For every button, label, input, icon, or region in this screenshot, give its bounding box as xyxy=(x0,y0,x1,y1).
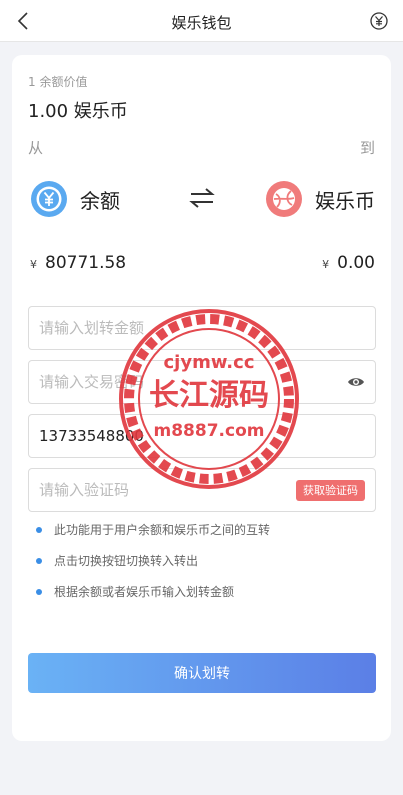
from-account: 余额 xyxy=(30,177,120,221)
from-account-name: 余额 xyxy=(80,188,120,213)
currency-symbol: ¥ xyxy=(322,258,330,271)
to-label: 到 xyxy=(359,139,375,157)
tip-text: 根据余额或者娱乐币输入划转金额 xyxy=(54,585,235,599)
from-amount-value: 80771.58 xyxy=(45,253,127,273)
yen-coin-icon xyxy=(31,181,67,217)
swap-arrows-icon[interactable] xyxy=(189,186,215,210)
watermark-seal: cjymw.cc 长江源码 m8887.com xyxy=(119,309,299,489)
page-title: 娱乐钱包 xyxy=(171,14,232,32)
to-amount-value: 0.00 xyxy=(337,253,375,273)
watermark-line2: 长江源码 xyxy=(149,378,269,413)
currency-symbol: ¥ xyxy=(30,258,37,271)
get-code-button[interactable]: 获取验证码 xyxy=(296,480,365,501)
to-account: 娱乐币 xyxy=(265,177,375,221)
bullet-dot-icon xyxy=(36,558,42,564)
confirm-transfer-button[interactable]: 确认划转 xyxy=(28,653,376,693)
rate-base-text: 1 余额价值 xyxy=(28,75,88,89)
list-item: 此功能用于用户余额和娱乐币之间的互转 xyxy=(34,521,374,552)
tips-list: 此功能用于用户余额和娱乐币之间的互转 点击切换按钮切换转入转出 根据余额或者娱乐… xyxy=(34,521,374,614)
watermark-line1: cjymw.cc xyxy=(164,352,255,373)
from-label: 从 xyxy=(28,139,44,157)
tip-text: 点击切换按钮切换转入转出 xyxy=(54,554,199,568)
to-amount: ¥ 0.00 xyxy=(322,253,375,273)
to-account-name: 娱乐币 xyxy=(315,188,375,213)
tip-text: 此功能用于用户余额和娱乐币之间的互转 xyxy=(54,523,271,537)
bullet-dot-icon xyxy=(36,589,42,595)
top-nav-bar: 娱乐钱包 xyxy=(0,0,403,42)
rate-result-text: 1.00 娱乐币 xyxy=(28,101,128,122)
list-item: 根据余额或者娱乐币输入划转金额 xyxy=(34,583,374,614)
eye-icon[interactable] xyxy=(347,375,365,389)
watermark-line3: m8887.com xyxy=(154,421,265,441)
list-item: 点击切换按钮切换转入转出 xyxy=(34,552,374,583)
yen-circle-icon[interactable] xyxy=(369,11,389,31)
from-amount: ¥ 80771.58 xyxy=(30,253,126,273)
bullet-dot-icon xyxy=(36,527,42,533)
ball-icon xyxy=(266,181,302,217)
